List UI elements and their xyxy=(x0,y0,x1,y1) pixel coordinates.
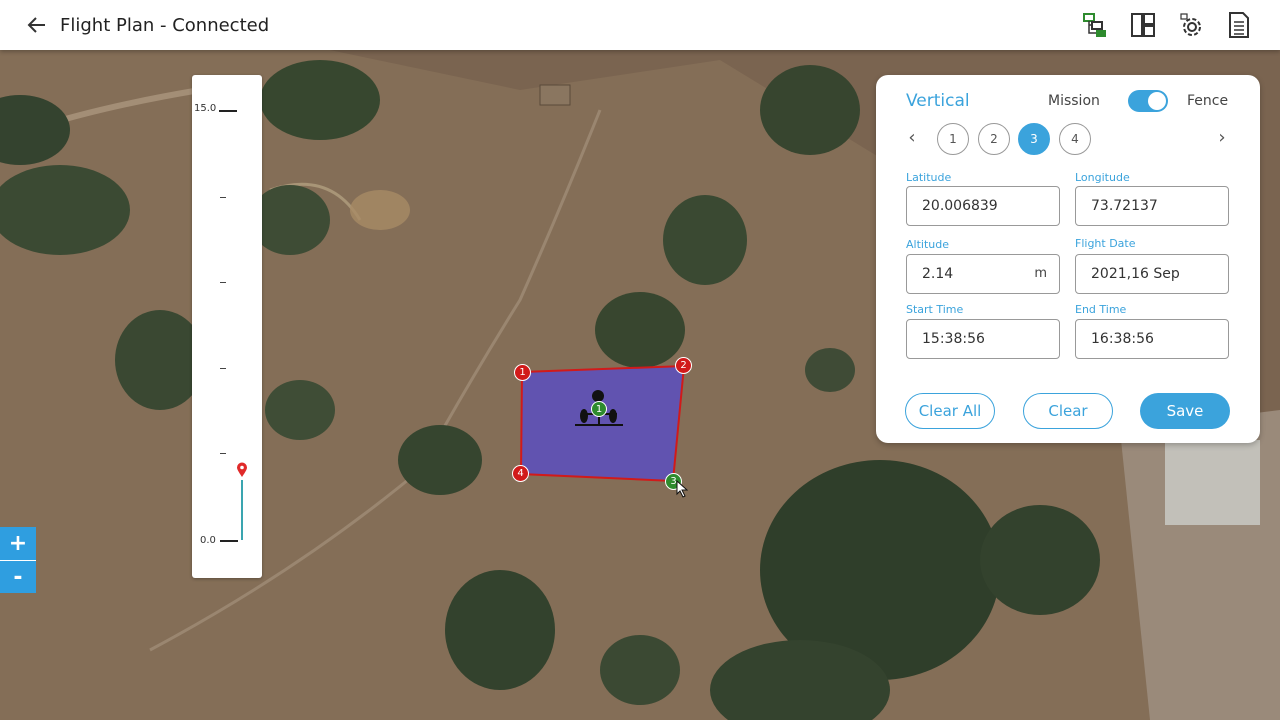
altitude-field[interactable]: 2.14 m xyxy=(906,254,1060,294)
vertex-marker-2[interactable]: 2 xyxy=(675,357,692,374)
flight-area-polygon xyxy=(519,364,686,483)
mission-tree-icon[interactable] xyxy=(1082,10,1108,40)
mission-label: Mission xyxy=(1048,93,1100,109)
end-time-label: End Time xyxy=(1075,303,1127,316)
save-button[interactable]: Save xyxy=(1140,393,1230,429)
toggle-knob xyxy=(1148,92,1166,110)
tick-bottom xyxy=(220,540,238,542)
zoom-out-button[interactable]: - xyxy=(0,560,36,593)
drone-waypoint-marker[interactable]: 1 xyxy=(591,401,607,417)
longitude-label: Longitude xyxy=(1075,171,1130,184)
altitude-label: Altitude xyxy=(906,238,949,251)
tick xyxy=(220,197,226,198)
altitude-value: 2.14 xyxy=(922,266,954,282)
waypoint-step-3[interactable]: 3 xyxy=(1018,123,1050,155)
waypoint-panel: Vertical Mission Fence ‹ 1 2 3 4 › Latit… xyxy=(876,75,1260,443)
mouse-cursor-icon xyxy=(676,480,688,498)
waypoint-step-1[interactable]: 1 xyxy=(937,123,969,155)
flight-date-field[interactable]: 2021,16 Sep xyxy=(1075,254,1229,294)
vertex-marker-4[interactable]: 4 xyxy=(512,465,529,482)
latitude-field[interactable]: 20.006839 xyxy=(906,186,1060,226)
waypoint-step-4[interactable]: 4 xyxy=(1059,123,1091,155)
top-bar: Flight Plan - Connected xyxy=(0,0,1280,50)
toolbar xyxy=(1082,10,1252,40)
altitude-min-label: 0.0 xyxy=(200,535,216,546)
altitude-level-bar xyxy=(241,480,243,540)
flight-date-label: Flight Date xyxy=(1075,237,1136,250)
mission-fence-toggle[interactable] xyxy=(1128,90,1168,112)
next-waypoint-button[interactable]: › xyxy=(1212,127,1232,148)
clear-all-button[interactable]: Clear All xyxy=(905,393,995,429)
tick-top xyxy=(219,110,237,112)
settings-gear-icon[interactable] xyxy=(1178,10,1204,40)
tick xyxy=(220,368,226,369)
end-time-field[interactable]: 16:38:56 xyxy=(1075,319,1229,359)
latitude-label: Latitude xyxy=(906,171,952,184)
start-time-field[interactable]: 15:38:56 xyxy=(906,319,1060,359)
fence-label: Fence xyxy=(1187,93,1229,109)
tick xyxy=(220,282,226,283)
altitude-max-label: 15.0 xyxy=(194,103,217,114)
start-time-label: Start Time xyxy=(906,303,964,316)
back-arrow-icon[interactable] xyxy=(20,8,54,42)
clear-button[interactable]: Clear xyxy=(1023,393,1113,429)
zoom-in-button[interactable]: + xyxy=(0,527,36,560)
document-list-icon[interactable] xyxy=(1226,10,1252,40)
layout-dashboard-icon[interactable] xyxy=(1130,10,1156,40)
mode-label[interactable]: Vertical xyxy=(906,91,970,111)
page-title: Flight Plan - Connected xyxy=(60,14,270,36)
vertex-marker-1[interactable]: 1 xyxy=(514,364,531,381)
altitude-marker-icon[interactable] xyxy=(236,462,248,478)
altitude-scale: 15.0 0.0 xyxy=(192,75,262,578)
prev-waypoint-button[interactable]: ‹ xyxy=(902,127,922,148)
altitude-unit: m xyxy=(1034,266,1047,281)
tick xyxy=(220,453,226,454)
longitude-field[interactable]: 73.72137 xyxy=(1075,186,1229,226)
waypoint-step-2[interactable]: 2 xyxy=(978,123,1010,155)
